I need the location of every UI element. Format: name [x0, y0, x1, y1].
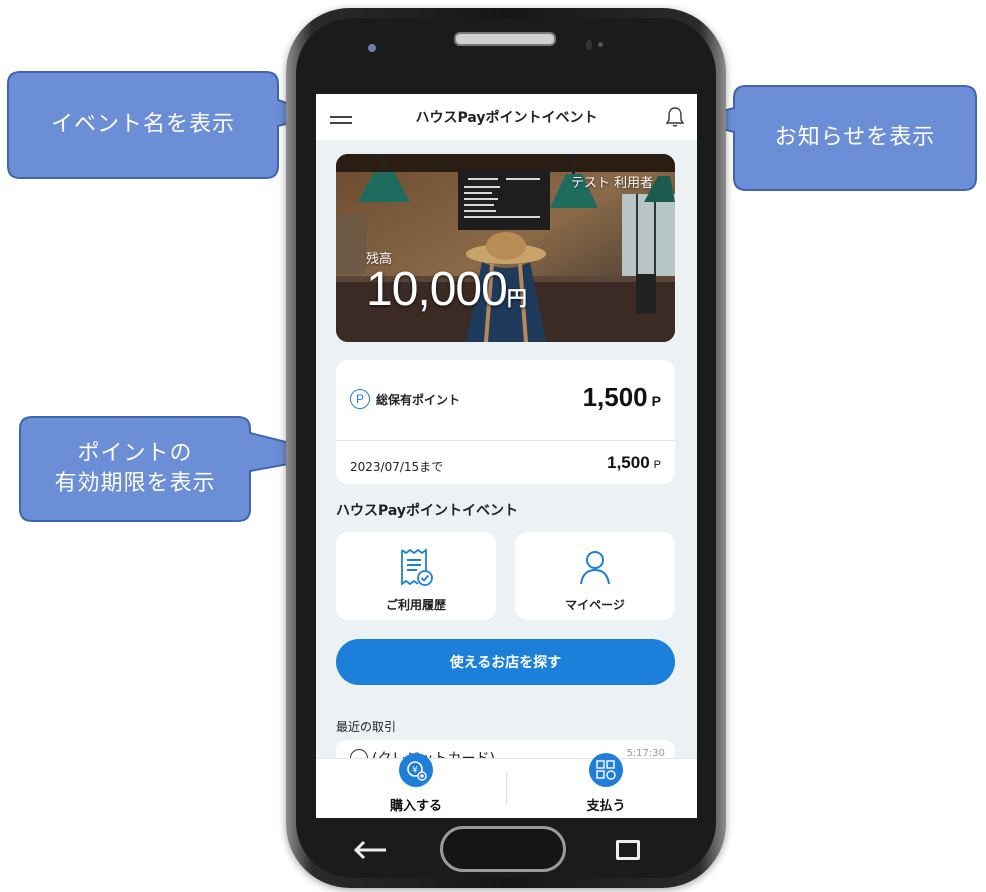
- yen-charge-icon: ¥: [399, 753, 433, 787]
- usage-history-label: ご利用履歴: [385, 598, 446, 612]
- points-total-number: 1,500: [582, 382, 648, 412]
- callout-points-expiry-line2: 有効期限を表示: [54, 471, 216, 496]
- balance-unit: 円: [506, 288, 527, 310]
- points-expiry-unit: P: [653, 459, 661, 471]
- phone-frame: ハウスPayポイントイベント テスト 利用者 残高 10,000円 P 総保有ポ…: [286, 8, 726, 888]
- points-card: P 総保有ポイント 1,500 P 2023/07/15まで 1,500 P: [336, 360, 675, 484]
- points-expiry-date: 2023/07/15まで: [350, 460, 444, 474]
- points-total-value: 1,500 P: [583, 382, 661, 413]
- balance-amount: 10,000円: [366, 262, 527, 317]
- points-expiry-value: 1,500 P: [607, 453, 661, 473]
- user-name: テスト 利用者: [570, 176, 653, 191]
- purchase-label: 購入する: [389, 799, 442, 814]
- bell-icon[interactable]: [665, 106, 685, 128]
- home-button[interactable]: [440, 826, 566, 872]
- app-header: ハウスPayポイントイベント: [316, 94, 697, 140]
- points-total-label: 総保有ポイント: [376, 393, 461, 407]
- callout-event-name: イベント名を表示: [7, 70, 324, 180]
- receipt-icon: [401, 548, 433, 586]
- points-total-unit: P: [651, 393, 661, 409]
- earpiece-speaker: [454, 32, 556, 46]
- usage-history-button[interactable]: ご利用履歴: [336, 532, 496, 620]
- callout-event-name-text: イベント名を表示: [50, 112, 235, 138]
- pay-button[interactable]: 支払う: [546, 753, 666, 818]
- app-title: ハウスPayポイントイベント: [415, 110, 598, 126]
- find-store-button[interactable]: 使えるお店を探す: [336, 639, 675, 685]
- balance-card: テスト 利用者 残高 10,000円: [336, 154, 675, 342]
- bottom-bar-divider: [506, 773, 507, 805]
- qr-pay-icon: [589, 753, 623, 787]
- points-expiry-number: 1,500: [607, 453, 650, 472]
- mypage-button[interactable]: マイページ: [515, 532, 675, 620]
- points-total-row: P 総保有ポイント 1,500 P: [336, 360, 675, 441]
- hamburger-menu-icon[interactable]: [330, 116, 352, 126]
- recent-apps-icon[interactable]: [616, 840, 640, 860]
- sensor: [586, 40, 592, 50]
- callout-points-expiry-text: ポイントの 有効期限を表示: [20, 419, 250, 519]
- sensor-dot: [598, 42, 603, 47]
- back-arrow-icon[interactable]: [350, 838, 390, 862]
- svg-text:¥: ¥: [412, 766, 418, 776]
- person-icon: [580, 551, 610, 585]
- purchase-button[interactable]: ¥ 購入する: [356, 753, 476, 818]
- mypage-label: マイページ: [565, 598, 625, 612]
- app-screen: ハウスPayポイントイベント テスト 利用者 残高 10,000円 P 総保有ポ…: [316, 94, 697, 818]
- callout-points-expiry-line1: ポイントの: [77, 441, 193, 467]
- event-heading: ハウスPayポイントイベント: [336, 503, 519, 519]
- callout-notifications-text: お知らせを表示: [774, 125, 936, 151]
- pay-label: 支払う: [586, 799, 626, 814]
- bottom-action-bar: ¥ 購入する 支払う: [316, 753, 697, 818]
- point-p-icon: P: [350, 389, 370, 409]
- front-camera-icon: [368, 44, 376, 52]
- callout-notifications: お知らせを表示: [688, 84, 980, 192]
- balance-amount-value: 10,000: [366, 263, 508, 316]
- recent-transactions-heading: 最近の取引: [336, 720, 397, 734]
